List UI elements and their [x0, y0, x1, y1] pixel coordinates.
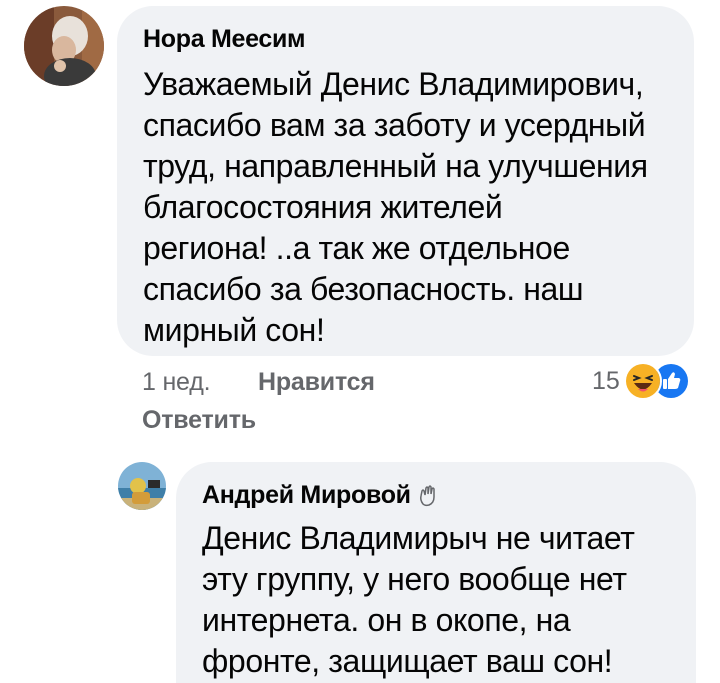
waving-hand-icon: [417, 484, 439, 507]
like-link[interactable]: Нравится: [258, 368, 375, 397]
comment-author[interactable]: Нора Меесим: [143, 24, 674, 54]
reply-author[interactable]: Андрей Мировой: [202, 480, 411, 510]
reply-avatar-photo: [118, 462, 166, 510]
reaction-count: 15: [592, 366, 620, 395]
avatar-photo: [24, 6, 104, 86]
comment-time[interactable]: 1 нед.: [142, 368, 211, 397]
reply-author-row: Андрей Мировой: [202, 480, 676, 510]
reply-link[interactable]: Ответить: [142, 406, 256, 435]
haha-icon: [623, 362, 662, 400]
comment-text: Уважаемый Денис Владимирович, спасибо ва…: [143, 66, 648, 348]
reply-avatar[interactable]: [118, 462, 166, 510]
avatar[interactable]: [24, 6, 104, 86]
comment-timestamp[interactable]: 1 нед.: [142, 368, 211, 396]
reply-text: Денис Владимирыч не читает эту группу, у…: [202, 520, 635, 679]
reply-bubble: Андрей Мировой Денис Владимирыч не читае…: [176, 462, 696, 683]
comment-bubble: Нора Меесим Уважаемый Денис Владимирович…: [117, 6, 694, 356]
reaction-summary[interactable]: 15: [592, 362, 690, 400]
